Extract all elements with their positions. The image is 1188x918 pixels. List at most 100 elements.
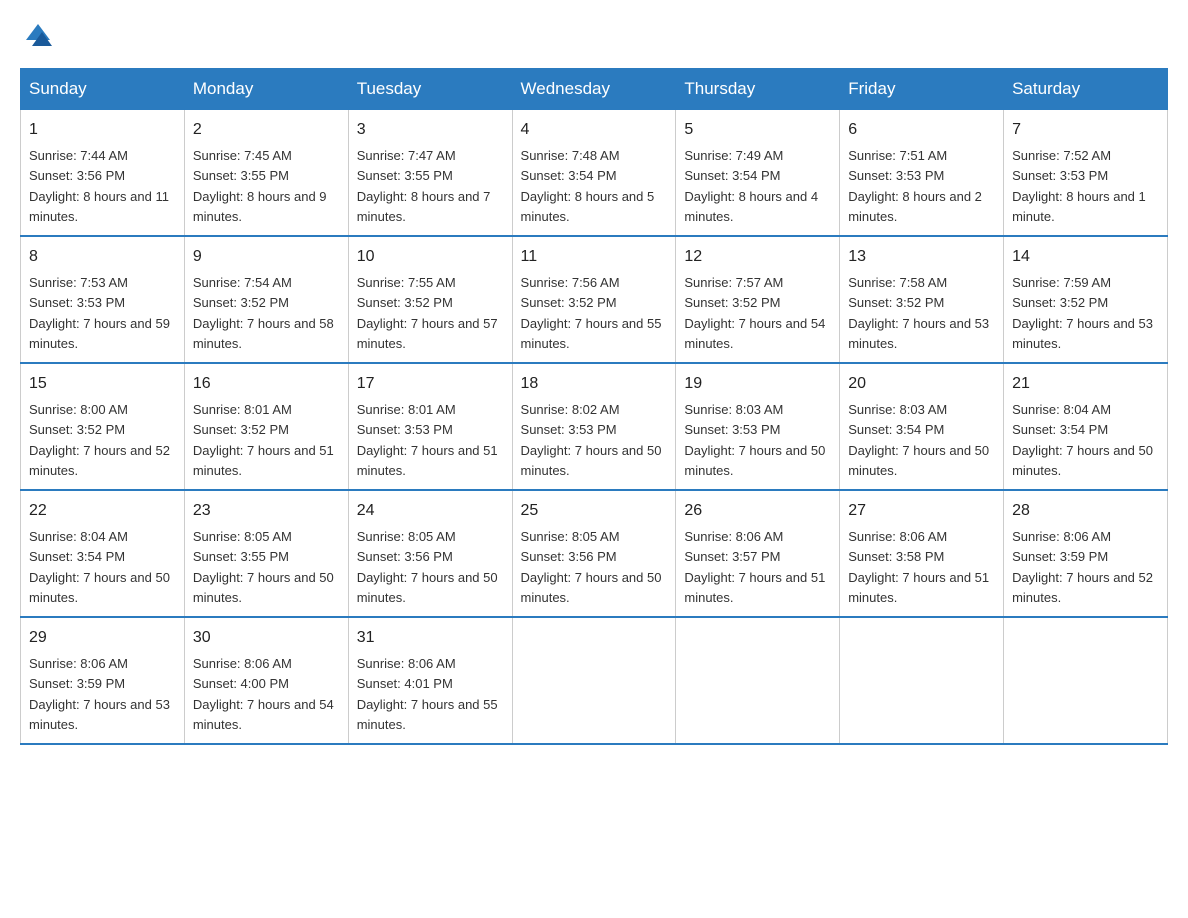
day-number: 15 [29, 372, 176, 396]
calendar-cell: 20 Sunrise: 8:03 AMSunset: 3:54 PMDaylig… [840, 363, 1004, 490]
day-info: Sunrise: 8:03 AMSunset: 3:53 PMDaylight:… [684, 402, 825, 478]
day-number: 7 [1012, 118, 1159, 142]
day-number: 19 [684, 372, 831, 396]
day-number: 2 [193, 118, 340, 142]
day-number: 29 [29, 626, 176, 650]
day-info: Sunrise: 7:49 AMSunset: 3:54 PMDaylight:… [684, 148, 818, 224]
day-info: Sunrise: 8:04 AMSunset: 3:54 PMDaylight:… [29, 529, 170, 605]
calendar-week-1: 1 Sunrise: 7:44 AMSunset: 3:56 PMDayligh… [21, 110, 1168, 237]
day-number: 31 [357, 626, 504, 650]
day-info: Sunrise: 8:02 AMSunset: 3:53 PMDaylight:… [521, 402, 662, 478]
calendar-cell: 2 Sunrise: 7:45 AMSunset: 3:55 PMDayligh… [184, 110, 348, 237]
day-info: Sunrise: 8:06 AMSunset: 3:57 PMDaylight:… [684, 529, 825, 605]
day-number: 17 [357, 372, 504, 396]
day-info: Sunrise: 7:45 AMSunset: 3:55 PMDaylight:… [193, 148, 327, 224]
day-info: Sunrise: 8:05 AMSunset: 3:56 PMDaylight:… [357, 529, 498, 605]
day-number: 9 [193, 245, 340, 269]
day-info: Sunrise: 7:52 AMSunset: 3:53 PMDaylight:… [1012, 148, 1146, 224]
calendar-cell: 9 Sunrise: 7:54 AMSunset: 3:52 PMDayligh… [184, 236, 348, 363]
calendar-cell: 14 Sunrise: 7:59 AMSunset: 3:52 PMDaylig… [1004, 236, 1168, 363]
day-info: Sunrise: 7:54 AMSunset: 3:52 PMDaylight:… [193, 275, 334, 351]
day-info: Sunrise: 8:03 AMSunset: 3:54 PMDaylight:… [848, 402, 989, 478]
day-info: Sunrise: 7:53 AMSunset: 3:53 PMDaylight:… [29, 275, 170, 351]
day-number: 1 [29, 118, 176, 142]
day-number: 22 [29, 499, 176, 523]
calendar-cell: 3 Sunrise: 7:47 AMSunset: 3:55 PMDayligh… [348, 110, 512, 237]
day-info: Sunrise: 8:06 AMSunset: 3:59 PMDaylight:… [1012, 529, 1153, 605]
day-number: 13 [848, 245, 995, 269]
calendar-cell: 27 Sunrise: 8:06 AMSunset: 3:58 PMDaylig… [840, 490, 1004, 617]
calendar-cell: 17 Sunrise: 8:01 AMSunset: 3:53 PMDaylig… [348, 363, 512, 490]
day-number: 23 [193, 499, 340, 523]
day-info: Sunrise: 8:06 AMSunset: 4:01 PMDaylight:… [357, 656, 498, 732]
day-info: Sunrise: 7:47 AMSunset: 3:55 PMDaylight:… [357, 148, 491, 224]
day-info: Sunrise: 7:44 AMSunset: 3:56 PMDaylight:… [29, 148, 169, 224]
day-info: Sunrise: 7:57 AMSunset: 3:52 PMDaylight:… [684, 275, 825, 351]
day-number: 28 [1012, 499, 1159, 523]
calendar-cell [512, 617, 676, 744]
day-info: Sunrise: 8:01 AMSunset: 3:52 PMDaylight:… [193, 402, 334, 478]
day-info: Sunrise: 8:06 AMSunset: 3:59 PMDaylight:… [29, 656, 170, 732]
calendar-cell: 21 Sunrise: 8:04 AMSunset: 3:54 PMDaylig… [1004, 363, 1168, 490]
calendar-cell: 24 Sunrise: 8:05 AMSunset: 3:56 PMDaylig… [348, 490, 512, 617]
day-info: Sunrise: 7:51 AMSunset: 3:53 PMDaylight:… [848, 148, 982, 224]
calendar-cell: 6 Sunrise: 7:51 AMSunset: 3:53 PMDayligh… [840, 110, 1004, 237]
day-info: Sunrise: 7:55 AMSunset: 3:52 PMDaylight:… [357, 275, 498, 351]
day-number: 25 [521, 499, 668, 523]
day-number: 8 [29, 245, 176, 269]
weekday-header-thursday: Thursday [676, 69, 840, 110]
weekday-header-monday: Monday [184, 69, 348, 110]
calendar-cell: 5 Sunrise: 7:49 AMSunset: 3:54 PMDayligh… [676, 110, 840, 237]
day-info: Sunrise: 7:56 AMSunset: 3:52 PMDaylight:… [521, 275, 662, 351]
weekday-header-wednesday: Wednesday [512, 69, 676, 110]
day-number: 10 [357, 245, 504, 269]
calendar-body: 1 Sunrise: 7:44 AMSunset: 3:56 PMDayligh… [21, 110, 1168, 745]
weekday-header-tuesday: Tuesday [348, 69, 512, 110]
calendar-cell: 28 Sunrise: 8:06 AMSunset: 3:59 PMDaylig… [1004, 490, 1168, 617]
day-info: Sunrise: 8:06 AMSunset: 3:58 PMDaylight:… [848, 529, 989, 605]
calendar-cell: 1 Sunrise: 7:44 AMSunset: 3:56 PMDayligh… [21, 110, 185, 237]
calendar-cell: 26 Sunrise: 8:06 AMSunset: 3:57 PMDaylig… [676, 490, 840, 617]
weekday-header-saturday: Saturday [1004, 69, 1168, 110]
calendar-cell: 30 Sunrise: 8:06 AMSunset: 4:00 PMDaylig… [184, 617, 348, 744]
calendar-cell: 25 Sunrise: 8:05 AMSunset: 3:56 PMDaylig… [512, 490, 676, 617]
day-number: 4 [521, 118, 668, 142]
day-number: 6 [848, 118, 995, 142]
calendar-cell: 23 Sunrise: 8:05 AMSunset: 3:55 PMDaylig… [184, 490, 348, 617]
weekday-header-row: SundayMondayTuesdayWednesdayThursdayFrid… [21, 69, 1168, 110]
calendar-cell: 29 Sunrise: 8:06 AMSunset: 3:59 PMDaylig… [21, 617, 185, 744]
calendar-cell: 13 Sunrise: 7:58 AMSunset: 3:52 PMDaylig… [840, 236, 1004, 363]
day-info: Sunrise: 7:59 AMSunset: 3:52 PMDaylight:… [1012, 275, 1153, 351]
day-info: Sunrise: 7:58 AMSunset: 3:52 PMDaylight:… [848, 275, 989, 351]
logo [20, 20, 56, 52]
calendar-week-3: 15 Sunrise: 8:00 AMSunset: 3:52 PMDaylig… [21, 363, 1168, 490]
logo-icon [22, 20, 54, 52]
day-number: 26 [684, 499, 831, 523]
calendar-cell [840, 617, 1004, 744]
weekday-header-sunday: Sunday [21, 69, 185, 110]
day-info: Sunrise: 8:00 AMSunset: 3:52 PMDaylight:… [29, 402, 170, 478]
calendar-week-5: 29 Sunrise: 8:06 AMSunset: 3:59 PMDaylig… [21, 617, 1168, 744]
day-number: 16 [193, 372, 340, 396]
calendar-cell: 22 Sunrise: 8:04 AMSunset: 3:54 PMDaylig… [21, 490, 185, 617]
calendar-cell: 11 Sunrise: 7:56 AMSunset: 3:52 PMDaylig… [512, 236, 676, 363]
day-number: 11 [521, 245, 668, 269]
calendar-cell [676, 617, 840, 744]
day-number: 18 [521, 372, 668, 396]
calendar-cell: 8 Sunrise: 7:53 AMSunset: 3:53 PMDayligh… [21, 236, 185, 363]
day-info: Sunrise: 8:05 AMSunset: 3:56 PMDaylight:… [521, 529, 662, 605]
calendar-cell: 12 Sunrise: 7:57 AMSunset: 3:52 PMDaylig… [676, 236, 840, 363]
day-info: Sunrise: 8:01 AMSunset: 3:53 PMDaylight:… [357, 402, 498, 478]
day-number: 3 [357, 118, 504, 142]
day-number: 20 [848, 372, 995, 396]
calendar-header: SundayMondayTuesdayWednesdayThursdayFrid… [21, 69, 1168, 110]
day-number: 21 [1012, 372, 1159, 396]
calendar-cell: 31 Sunrise: 8:06 AMSunset: 4:01 PMDaylig… [348, 617, 512, 744]
page-header [20, 20, 1168, 52]
calendar-cell [1004, 617, 1168, 744]
weekday-header-friday: Friday [840, 69, 1004, 110]
calendar-cell: 19 Sunrise: 8:03 AMSunset: 3:53 PMDaylig… [676, 363, 840, 490]
day-info: Sunrise: 8:04 AMSunset: 3:54 PMDaylight:… [1012, 402, 1153, 478]
day-number: 24 [357, 499, 504, 523]
calendar-cell: 4 Sunrise: 7:48 AMSunset: 3:54 PMDayligh… [512, 110, 676, 237]
